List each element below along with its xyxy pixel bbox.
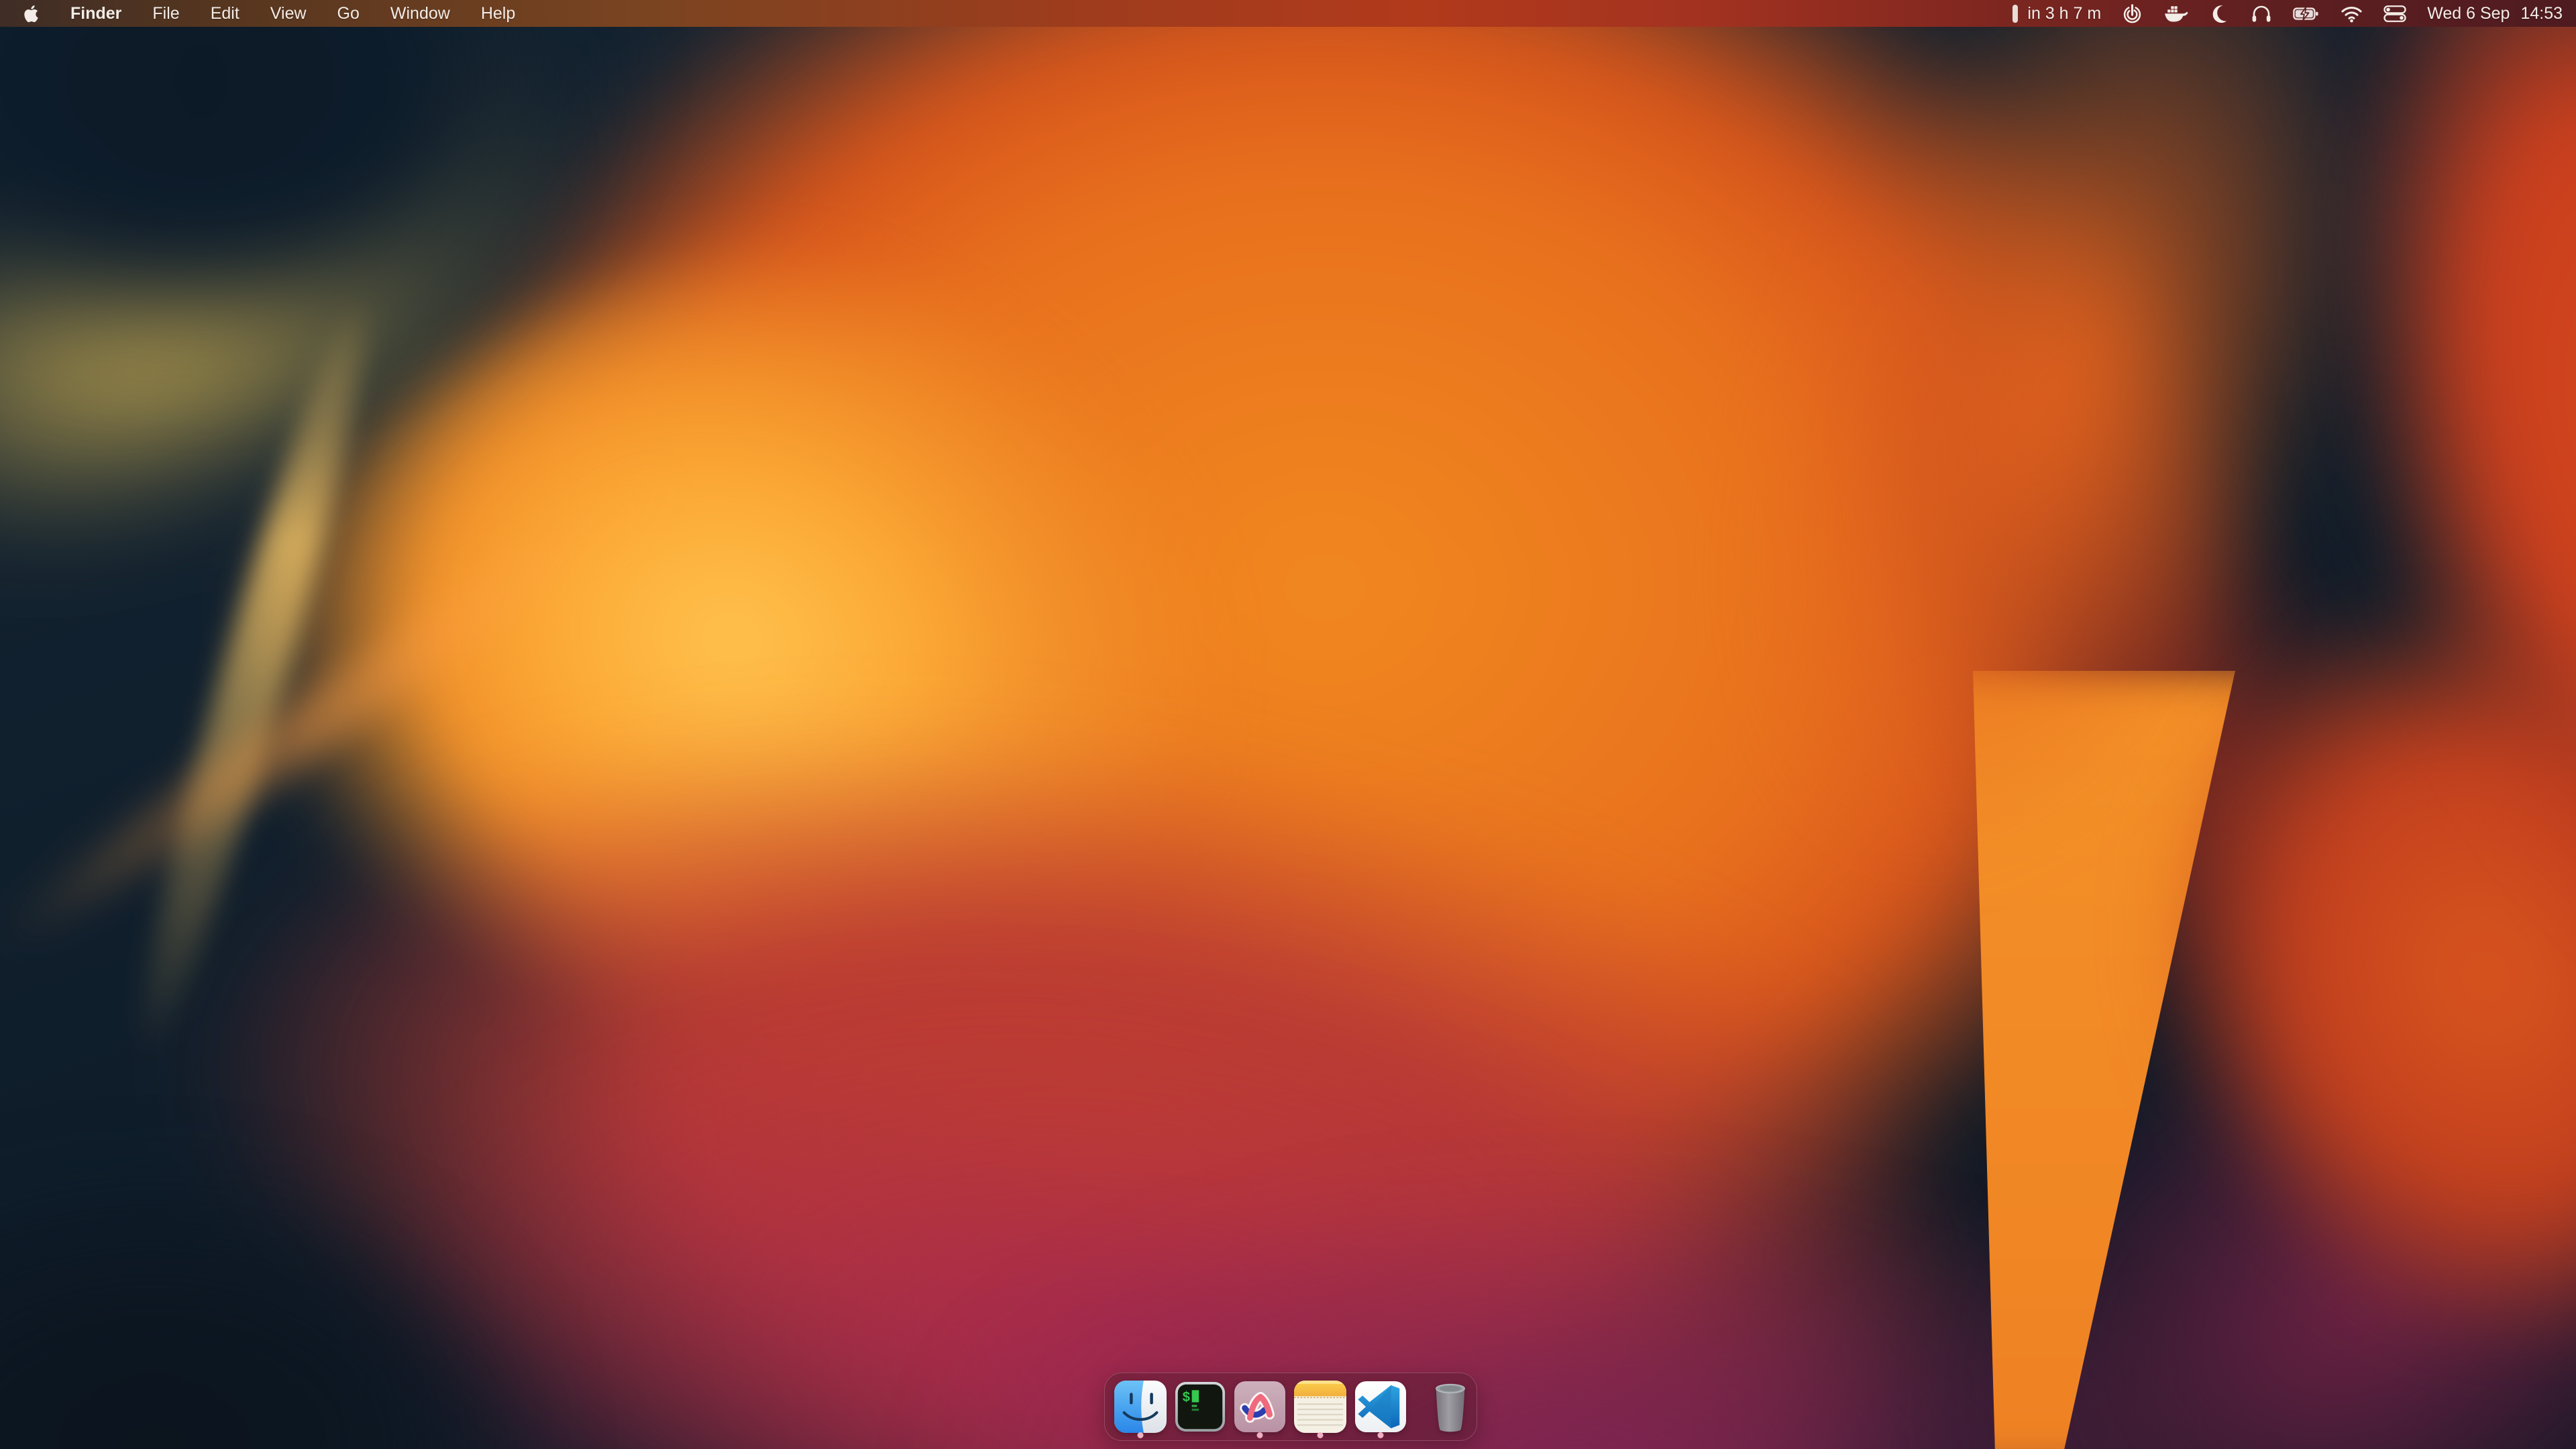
menu-help[interactable]: Help — [481, 4, 515, 23]
wifi-icon[interactable] — [2341, 5, 2363, 23]
running-indicator — [1138, 1432, 1144, 1438]
running-indicator — [1378, 1432, 1384, 1438]
clock-date: Wed 6 Sep — [2427, 4, 2510, 23]
menu-window[interactable]: Window — [390, 4, 450, 23]
menu-file[interactable]: File — [152, 4, 179, 23]
running-indicator — [1318, 1432, 1324, 1438]
docker-whale-icon[interactable] — [2163, 4, 2188, 23]
timer-label: in 3 h 7 m — [2027, 4, 2101, 23]
dock-item-vscode[interactable] — [1354, 1375, 1407, 1439]
menubar-clock[interactable]: Wed 6 Sep 14:53 — [2427, 4, 2563, 23]
dock-item-trash[interactable] — [1431, 1375, 1470, 1439]
running-indicator — [1257, 1432, 1263, 1438]
dock-item-terminal[interactable]: $ — [1175, 1375, 1226, 1439]
menu-bar: Finder File Edit View Go Window Help in … — [0, 0, 2576, 27]
desktop-wallpaper — [0, 0, 2576, 1449]
clock-time: 14:53 — [2520, 4, 2563, 23]
menu-edit[interactable]: Edit — [211, 4, 239, 23]
svg-text:$: $ — [1182, 1389, 1190, 1405]
dock-item-finder[interactable] — [1114, 1375, 1167, 1439]
app-menu-finder[interactable]: Finder — [70, 4, 121, 23]
focus-moon-icon[interactable] — [2209, 3, 2230, 24]
apple-logo-icon[interactable] — [23, 5, 40, 22]
power-ring-icon[interactable] — [2122, 3, 2143, 24]
battery-charging-icon[interactable] — [2293, 5, 2320, 22]
status-timer[interactable]: in 3 h 7 m — [2012, 4, 2101, 23]
headphones-icon[interactable] — [2251, 3, 2272, 23]
menu-view[interactable]: View — [270, 4, 307, 23]
dock-item-notes[interactable] — [1294, 1375, 1346, 1439]
dock-item-arc-browser[interactable] — [1234, 1375, 1286, 1439]
vertical-bar-icon — [2012, 5, 2018, 23]
dock: $ — [1104, 1373, 1477, 1441]
control-center-icon[interactable] — [2383, 5, 2406, 23]
menu-go[interactable]: Go — [337, 4, 360, 23]
